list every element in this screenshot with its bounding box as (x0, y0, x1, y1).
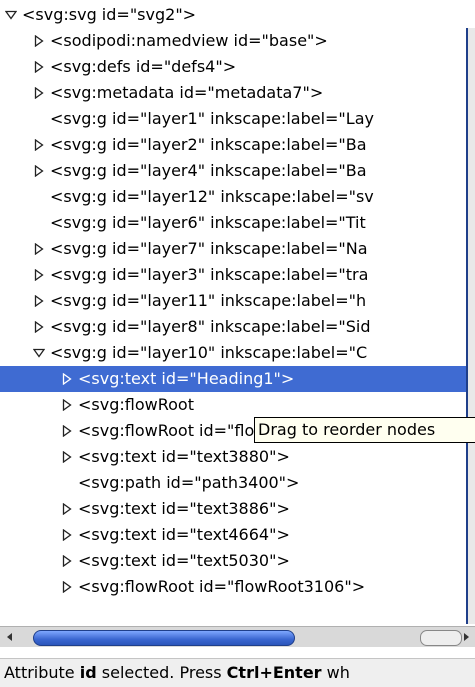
expander-closed-icon[interactable] (32, 262, 46, 288)
expander-closed-icon[interactable] (32, 288, 46, 314)
tooltip-text: Drag to reorder nodes (258, 420, 436, 439)
tree-row-label: <svg:g id="layer12" inkscape:label="sv (50, 187, 374, 206)
status-text-before: Attribute (4, 663, 80, 682)
scroll-right-arrow-icon[interactable] (458, 629, 474, 645)
attribute-panel-edge (466, 28, 475, 624)
tree-row-label: <svg:g id="layer3" inkscape:label="tra (50, 265, 369, 284)
scrollbar-thumb[interactable] (33, 630, 295, 646)
tree-row-label: <svg:svg id="svg2"> (22, 5, 197, 24)
expander-closed-icon[interactable] (60, 444, 74, 470)
tree-row-selected[interactable]: <svg:text id="Heading1"> (0, 366, 468, 392)
tree-row[interactable]: <svg:defs id="defs4"> (0, 54, 468, 80)
expander-closed-icon[interactable] (60, 548, 74, 574)
tree-row-label: <svg:g id="layer11" inkscape:label="h (50, 291, 367, 310)
tree-row-label: <svg:flowRoot id="flowRoot3106"> (78, 577, 366, 596)
expander-closed-icon[interactable] (60, 522, 74, 548)
expander-closed-icon[interactable] (32, 132, 46, 158)
tree-row[interactable]: <svg:flowRoot (0, 392, 468, 418)
tree-row-label: <svg:g id="layer10" inkscape:label="C (50, 343, 368, 362)
tree-row-label: <sodipodi:namedview id="base"> (50, 31, 328, 50)
scrollbar-track-end (420, 630, 462, 646)
tree-row[interactable]: <svg:g id="layer2" inkscape:label="Ba (0, 132, 468, 158)
tree-row-label: <svg:text id="text3886"> (78, 499, 290, 518)
tree-row[interactable]: <svg:text id="text4664"> (0, 522, 468, 548)
expander-closed-icon[interactable] (60, 366, 74, 392)
expander-closed-icon[interactable] (32, 158, 46, 184)
tree-row[interactable]: <svg:flowRoot id="flowRoot3106"> (0, 574, 468, 600)
tree-row-label: <svg:g id="layer8" inkscape:label="Sid (50, 317, 371, 336)
status-text-middle: selected. Press (96, 663, 227, 682)
expander-open-icon[interactable] (32, 340, 46, 366)
tree-row[interactable]: <svg:g id="layer12" inkscape:label="sv (0, 184, 468, 210)
tree-row[interactable]: <svg:text id="text5030"> (0, 548, 468, 574)
tree-row[interactable]: <sodipodi:namedview id="base"> (0, 28, 468, 54)
xml-node-tree[interactable]: <svg:svg id="svg2"> <sodipodi:namedview i… (0, 0, 468, 625)
status-shortcut: Ctrl+Enter (226, 663, 322, 682)
tree-row-label: <svg:flowRoot (78, 395, 194, 414)
expander-closed-icon[interactable] (60, 418, 74, 444)
tree-row[interactable]: <svg:g id="layer1" inkscape:label="Lay (0, 106, 468, 132)
tree-row[interactable]: <svg:metadata id="metadata7"> (0, 80, 468, 106)
expander-closed-icon[interactable] (32, 28, 46, 54)
tree-row[interactable]: <svg:g id="layer7" inkscape:label="Na (0, 236, 468, 262)
tree-row-label: <svg:g id="layer6" inkscape:label="Tit (50, 213, 366, 232)
tooltip: Drag to reorder nodes (254, 417, 475, 443)
horizontal-scrollbar[interactable] (0, 626, 475, 647)
tree-row[interactable]: <svg:g id="layer4" inkscape:label="Ba (0, 158, 468, 184)
tree-row[interactable]: <svg:path id="path3400"> (0, 470, 468, 496)
tree-row-label: <svg:text id="text5030"> (78, 551, 290, 570)
expander-closed-icon[interactable] (32, 54, 46, 80)
expander-open-icon[interactable] (4, 2, 18, 28)
tree-row-label: <svg:text id="text3880"> (78, 447, 290, 466)
expander-closed-icon[interactable] (32, 314, 46, 340)
tree-row[interactable]: <svg:g id="layer6" inkscape:label="Tit (0, 210, 468, 236)
tree-row-label: <svg:text id="Heading1"> (78, 369, 295, 388)
tree-row[interactable]: <svg:g id="layer10" inkscape:label="C (0, 340, 468, 366)
tree-row-label: <svg:defs id="defs4"> (50, 57, 237, 76)
tree-row[interactable]: <svg:text id="text3886"> (0, 496, 468, 522)
tree-row-label: <svg:path id="path3400"> (78, 473, 300, 492)
tree-row-label: <svg:g id="layer2" inkscape:label="Ba (50, 135, 367, 154)
expander-closed-icon[interactable] (60, 392, 74, 418)
tree-row-label: <svg:metadata id="metadata7"> (50, 83, 324, 102)
expander-closed-icon[interactable] (32, 80, 46, 106)
tree-row[interactable]: <svg:g id="layer11" inkscape:label="h (0, 288, 468, 314)
tree-row-label: <svg:g id="layer1" inkscape:label="Lay (50, 109, 374, 128)
status-text-after: wh (321, 663, 350, 682)
expander-closed-icon[interactable] (32, 236, 46, 262)
scroll-left-arrow-icon[interactable] (2, 629, 18, 645)
status-bar: Attribute id selected. Press Ctrl+Enter … (0, 658, 475, 687)
tree-row-label: <svg:g id="layer4" inkscape:label="Ba (50, 161, 367, 180)
tree-row[interactable]: <svg:g id="layer3" inkscape:label="tra (0, 262, 468, 288)
tree-row[interactable]: <svg:g id="layer8" inkscape:label="Sid (0, 314, 468, 340)
tree-row[interactable]: <svg:text id="text3880"> (0, 444, 468, 470)
expander-closed-icon[interactable] (60, 496, 74, 522)
tree-row-label: <svg:g id="layer7" inkscape:label="Na (50, 239, 368, 258)
status-attr-name: id (79, 663, 97, 682)
tree-row[interactable]: <svg:svg id="svg2"> (0, 2, 468, 28)
expander-closed-icon[interactable] (60, 574, 74, 600)
tree-row-label: <svg:text id="text4664"> (78, 525, 290, 544)
